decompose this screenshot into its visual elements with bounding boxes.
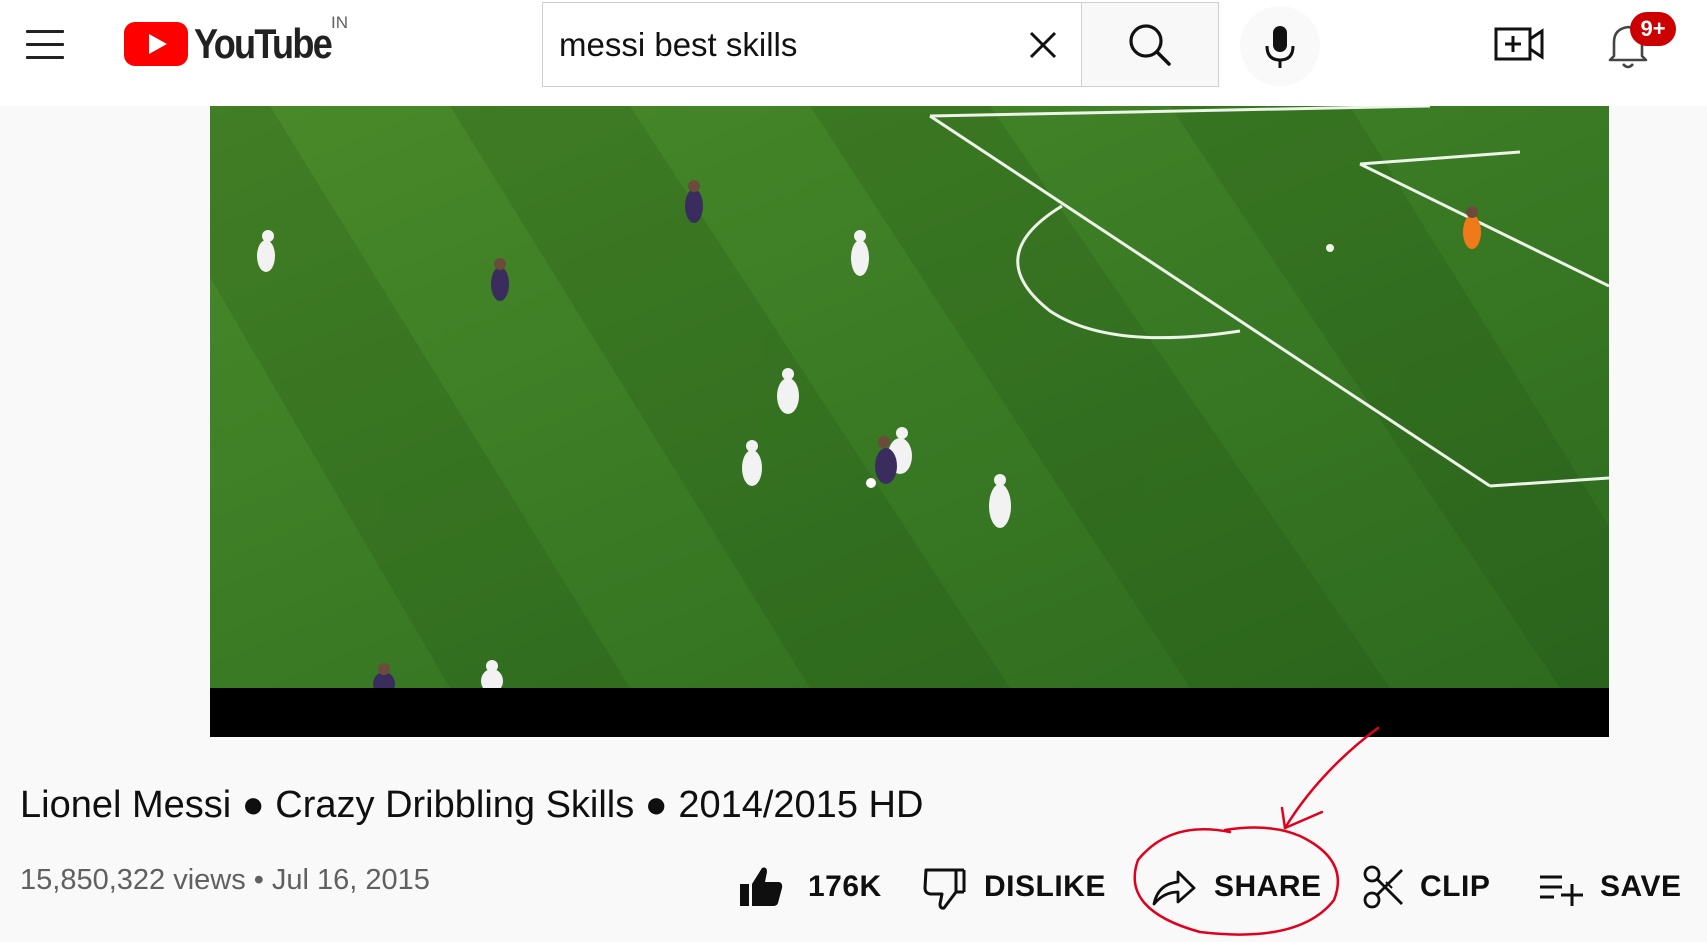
menu-button[interactable] bbox=[22, 26, 68, 62]
top-bar: YouTube IN messi best skills 9+ bbox=[0, 0, 1707, 106]
video-meta: 15,850,322 views • Jul 16, 2015 bbox=[20, 864, 430, 897]
logo-wordmark: YouTube bbox=[194, 20, 333, 67]
clip-button[interactable]: CLIP bbox=[1362, 862, 1490, 912]
upload-date: Jul 16, 2015 bbox=[271, 864, 430, 896]
search-icon bbox=[1129, 24, 1171, 66]
like-count: 176K bbox=[808, 870, 882, 903]
save-label: SAVE bbox=[1600, 870, 1682, 903]
share-button[interactable]: SHARE bbox=[1150, 862, 1322, 912]
like-icon bbox=[740, 867, 783, 906]
search-box bbox=[542, 2, 1082, 87]
youtube-logo-icon bbox=[124, 22, 188, 66]
save-icon bbox=[1540, 875, 1583, 906]
annotation-arrow bbox=[1283, 726, 1380, 830]
voice-search-button[interactable] bbox=[1240, 6, 1320, 86]
share-label: SHARE bbox=[1214, 870, 1322, 903]
save-button[interactable]: SAVE bbox=[1538, 862, 1681, 912]
search-input[interactable] bbox=[559, 23, 999, 67]
like-button[interactable]: 176K bbox=[736, 862, 882, 912]
share-icon bbox=[1152, 870, 1196, 906]
create-button[interactable] bbox=[1490, 18, 1550, 70]
dislike-label: DISLIKE bbox=[984, 870, 1106, 903]
menu-icon bbox=[26, 30, 64, 33]
meta-separator: • bbox=[253, 864, 264, 896]
create-video-icon bbox=[1494, 27, 1544, 61]
clip-icon bbox=[1363, 865, 1403, 909]
video-player[interactable] bbox=[210, 106, 1609, 737]
country-code: IN bbox=[331, 13, 348, 32]
mic-icon bbox=[1265, 26, 1295, 68]
view-count: 15,850,322 views bbox=[20, 864, 246, 896]
clear-icon bbox=[1029, 31, 1057, 59]
video-title: Lionel Messi ● Crazy Dribbling Skills ● … bbox=[20, 784, 924, 826]
youtube-watch-page: YouTube IN messi best skills 9+ Lionel M… bbox=[0, 0, 1707, 942]
clear-search-button[interactable] bbox=[1023, 25, 1063, 65]
youtube-logo[interactable]: YouTube bbox=[124, 20, 353, 68]
dislike-button[interactable]: DISLIKE bbox=[922, 862, 1106, 912]
video-frame bbox=[210, 106, 1609, 737]
clip-label: CLIP bbox=[1420, 870, 1491, 903]
search-button[interactable] bbox=[1081, 2, 1219, 87]
notification-count-badge: 9+ bbox=[1630, 12, 1676, 46]
dislike-icon bbox=[923, 868, 966, 910]
